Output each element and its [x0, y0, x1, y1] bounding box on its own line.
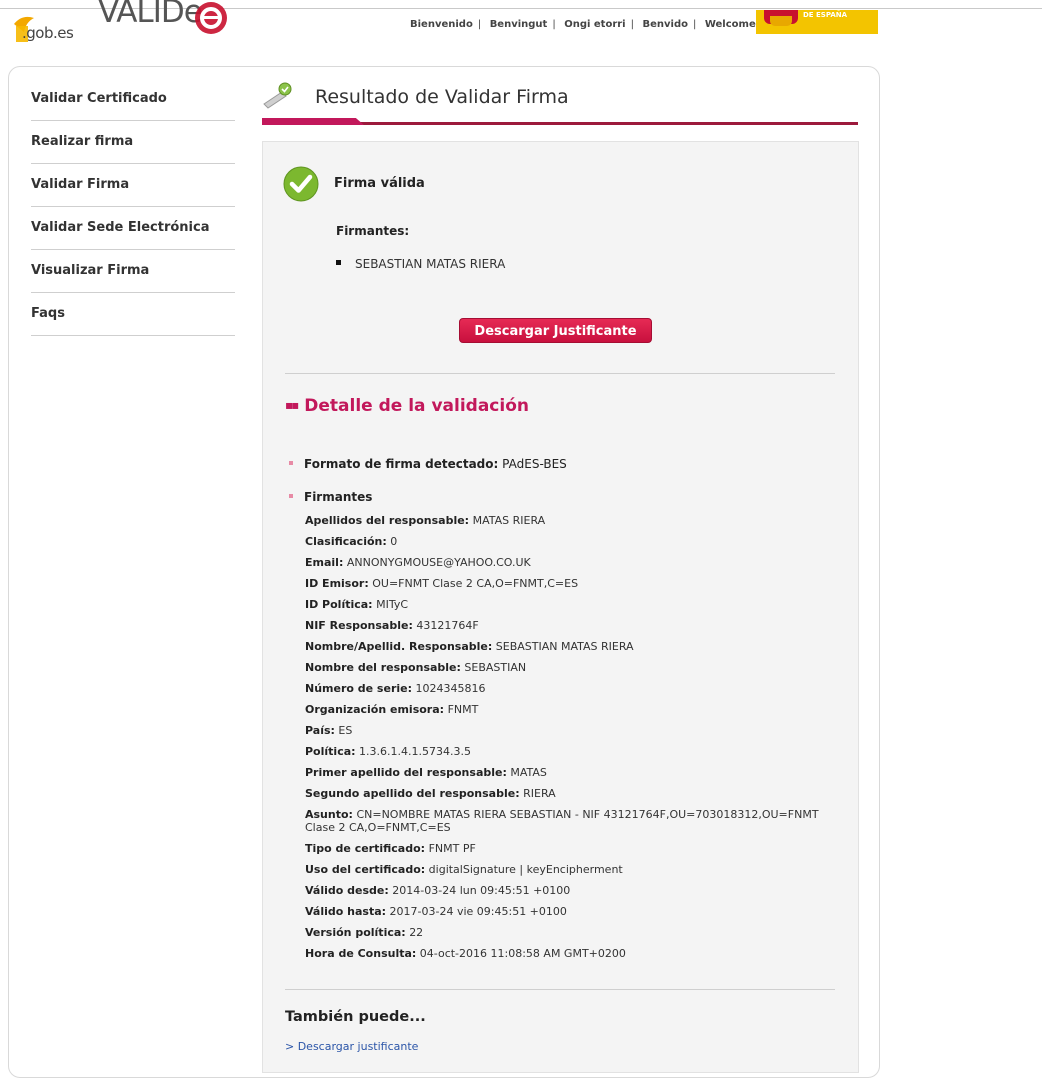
detail-heading-text: Detalle de la validación [304, 396, 529, 416]
detail-field: Válido desde: 2014-03-24 lun 09:45:51 +0… [305, 884, 571, 897]
detail-field: Apellidos del responsable: MATAS RIERA [305, 514, 546, 527]
signer-list-item: SEBASTIAN MATAS RIERA [336, 257, 505, 271]
detail-field: ID Política: MITyC [305, 598, 409, 611]
sidebar-item-visualizar-firma[interactable]: Visualizar Firma [31, 250, 235, 293]
detail-field: Clasificación: 0 [305, 535, 398, 548]
detail-field: Versión política: 22 [305, 926, 424, 939]
detail-field: Política: 1.3.6.1.4.1.5734.3.5 [305, 745, 471, 758]
validation-status: Firma válida [334, 176, 425, 191]
language-selector: Bienvenido | Benvingut | Ongi etorri | Benv… [410, 19, 756, 30]
detail-field: País: ES [305, 724, 353, 737]
sidebar-item-validar-sede[interactable]: Validar Sede Electrónica [31, 207, 235, 250]
also-heading: También puede... [285, 1009, 426, 1025]
detail-field: ID Emisor: OU=FNMT Clase 2 CA,O=FNMT,C=E… [305, 577, 579, 590]
download-justificante-link[interactable]: > Descargar justificante [285, 1040, 418, 1053]
valide-logo-text[interactable]: VALIDe [98, 0, 203, 30]
sidebar-item-validar-certificado[interactable]: Validar Certificado [31, 77, 235, 121]
detail-field: Asunto: CN=NOMBRE MATAS RIERA SEBASTIAN … [305, 808, 819, 834]
signer-name: SEBASTIAN MATAS RIERA [355, 257, 506, 271]
sidebar: Validar Certificado Realizar firma Valid… [31, 77, 235, 336]
bullet-icon [336, 260, 341, 265]
detail-field: Número de serie: 1024345816 [305, 682, 486, 695]
download-certificate-button[interactable]: Descargar Justificante [459, 318, 652, 343]
sidebar-item-validar-firma[interactable]: Validar Firma [31, 164, 235, 207]
lang-link-ca[interactable]: Benvingut [490, 19, 548, 30]
title-divider-accent [262, 118, 364, 125]
detail-field: Email: ANNONYGMOUSE@YAHOO.CO.UK [305, 556, 531, 569]
format-label: Formato de firma detectado: [304, 457, 499, 471]
detail-field: Tipo de certificado: FNMT PF [305, 842, 476, 855]
sidebar-item-realizar-firma[interactable]: Realizar firma [31, 121, 235, 164]
bullet-icon [289, 460, 293, 465]
check-circle-icon [283, 166, 319, 202]
gob-logo-text: .gob.es [22, 24, 74, 42]
gobierno-badge[interactable]: DE ESPAÑA [756, 10, 878, 34]
lang-link-en[interactable]: Welcome [705, 19, 756, 30]
format-value: PAdES-BES [502, 457, 567, 471]
detail-field: Hora de Consulta: 04-oct-2016 11:08:58 A… [305, 947, 626, 960]
signer-details: Apellidos del responsable: MATAS RIERA C… [305, 510, 825, 964]
section-divider [285, 989, 835, 990]
sidebar-item-faqs[interactable]: Faqs [31, 293, 235, 336]
section-divider [285, 373, 835, 374]
signers-section-row: Firmantes [289, 490, 372, 504]
detail-field: Segundo apellido del responsable: RIERA [305, 787, 556, 800]
lang-link-gl[interactable]: Benvido [642, 19, 688, 30]
signers-label: Firmantes: [336, 224, 410, 238]
detail-field: Nombre del responsable: SEBASTIAN [305, 661, 527, 674]
detail-field: Válido hasta: 2017-03-24 vie 09:45:51 +0… [305, 905, 567, 918]
heading-marker-icon: ▪▪ [285, 398, 299, 412]
bullet-icon [289, 493, 293, 498]
lang-link-es[interactable]: Bienvenido [410, 19, 473, 30]
detail-field: Uso del certificado: digitalSignature | … [305, 863, 623, 876]
detail-field: Nombre/Apellid. Responsable: SEBASTIAN M… [305, 640, 634, 653]
detail-field: NIF Responsable: 43121764F [305, 619, 479, 632]
detail-field: Primer apellido del responsable: MATAS [305, 766, 547, 779]
detail-heading: ▪▪ Detalle de la validación [285, 396, 529, 416]
signers-section-label: Firmantes [304, 490, 373, 504]
signature-format-row: Formato de firma detectado: PAdES-BES [289, 457, 567, 471]
signature-pen-icon [263, 82, 292, 109]
gov-badge-text: DE ESPAÑA [803, 11, 848, 19]
detail-field: Organización emisora: FNMT [305, 703, 479, 716]
lang-link-eu[interactable]: Ongi etorri [564, 19, 625, 30]
page-title: Resultado de Validar Firma [315, 86, 569, 108]
